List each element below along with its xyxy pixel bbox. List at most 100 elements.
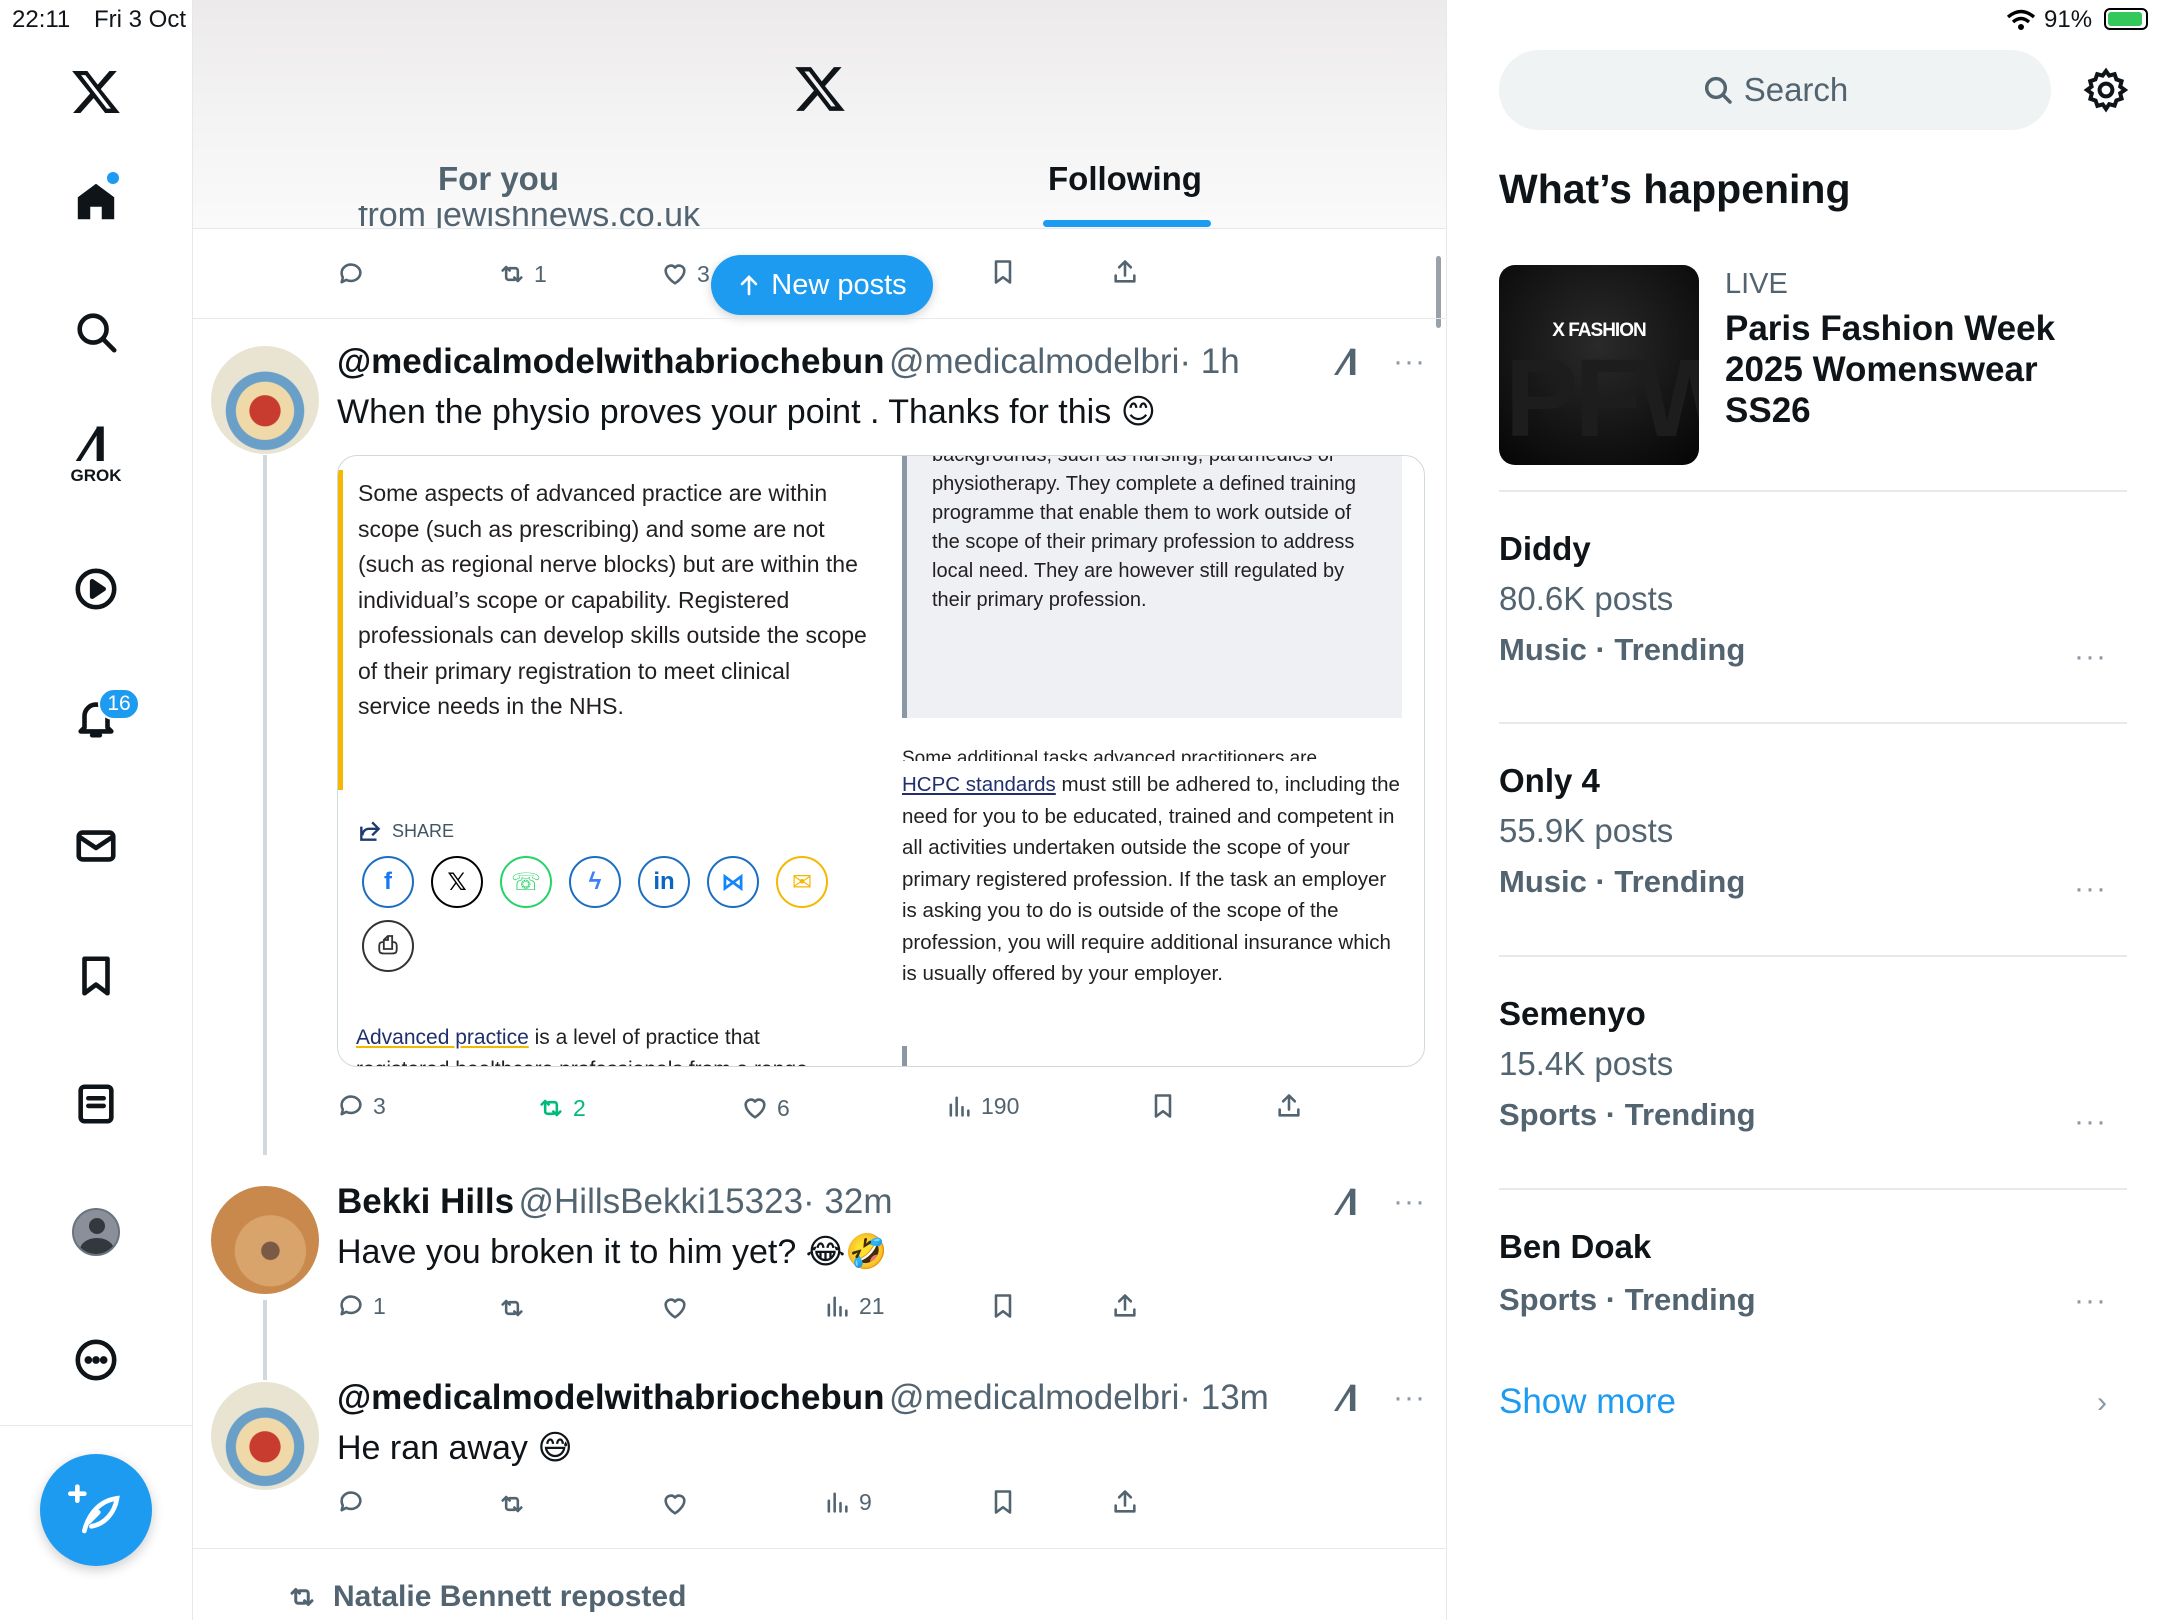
linkedin-icon[interactable]: in — [638, 856, 690, 908]
advanced-practice-link[interactable]: Advanced practice — [356, 1026, 529, 1049]
avatar[interactable] — [211, 346, 319, 454]
live-event-title[interactable]: Paris Fashion Week 2025 Womenswear SS26 — [1725, 308, 2105, 431]
trend-item[interactable]: Ben Doak Sports · Trending ··· — [1499, 1228, 2127, 1318]
views-button[interactable]: 21 — [823, 1292, 885, 1320]
x-logo-icon[interactable] — [62, 58, 130, 126]
home-icon[interactable] — [62, 168, 130, 236]
views-button[interactable]: 9 — [823, 1488, 872, 1516]
repost-banner[interactable]: Natalie Bennett reposted — [285, 1580, 686, 1614]
trend-more-icon[interactable]: ··· — [2074, 640, 2107, 674]
advanced-practice-line: Advanced practice is a level of practice… — [356, 1026, 760, 1050]
live-event-thumbnail[interactable]: PFW X FASHION — [1499, 265, 1699, 465]
bookmark-button[interactable] — [989, 1488, 1017, 1516]
notifications-bell-icon[interactable]: 16 — [62, 684, 140, 752]
info-box-text: backgrounds, such as nursing, paramedics… — [932, 455, 1356, 611]
bluesky-icon[interactable]: ⋈ — [707, 856, 759, 908]
bookmark-button[interactable] — [989, 1292, 1017, 1320]
post-author-name[interactable]: @medicalmodelwithabriochebun — [337, 1378, 885, 1417]
repost-button[interactable] — [498, 1490, 534, 1518]
tab-active-indicator — [1043, 220, 1211, 227]
settings-gear-icon[interactable] — [2082, 66, 2130, 119]
bookmark-button[interactable] — [1149, 1092, 1177, 1120]
bookmarks-icon[interactable] — [62, 942, 130, 1010]
trend-item[interactable]: Semenyo 15.4K posts Sports · Trending ··… — [1499, 995, 2127, 1138]
trend-name: Only 4 — [1499, 762, 1600, 799]
repost-button[interactable]: 2 — [537, 1094, 586, 1122]
post-more-icon[interactable]: ··· — [1393, 1381, 1426, 1415]
header-divider — [193, 228, 1446, 229]
info-box-bar — [902, 1046, 907, 1066]
trend-category: Music · Trending — [1499, 632, 1746, 667]
post-author-handle[interactable]: @HillsBekki15323 — [519, 1182, 804, 1221]
lists-icon[interactable] — [62, 1070, 130, 1138]
post-author-name[interactable]: @medicalmodelwithabriochebun — [337, 342, 885, 381]
facebook-icon[interactable]: f — [362, 856, 414, 908]
share-button[interactable] — [1275, 1092, 1303, 1120]
trend-category: Sports · Trending — [1499, 1282, 1756, 1317]
chevron-right-icon[interactable]: › — [2097, 1386, 2107, 1420]
trend-item[interactable]: Only 4 55.9K posts Music · Trending ··· — [1499, 762, 2127, 905]
trend-more-icon[interactable]: ··· — [2074, 1284, 2107, 1318]
post-more-icon[interactable]: ··· — [1393, 345, 1426, 379]
post-time[interactable]: · 32m — [803, 1182, 892, 1221]
like-button[interactable]: 6 — [741, 1094, 790, 1122]
thread-line — [263, 1300, 267, 1380]
like-button[interactable] — [661, 1490, 697, 1518]
grok-explain-icon[interactable]: ⁄I — [1341, 1378, 1358, 1421]
share-button[interactable] — [1111, 1292, 1139, 1320]
post-more-icon[interactable]: ··· — [1393, 1185, 1426, 1219]
post-author-handle[interactable]: @medicalmodelbri — [889, 1378, 1179, 1417]
hcpc-paragraph: HCPC standards must still be adhered to,… — [902, 769, 1402, 990]
repost-button[interactable]: 1 — [498, 260, 547, 288]
like-button[interactable] — [661, 1294, 697, 1322]
grok-icon[interactable]: ⁄I GROK — [62, 419, 130, 488]
show-more-link[interactable]: Show more — [1499, 1382, 1676, 1422]
search-input[interactable]: Search — [1499, 50, 2051, 130]
post-time[interactable]: · 13m — [1179, 1378, 1268, 1417]
tab-for-you[interactable]: For you — [438, 160, 559, 198]
like-button[interactable]: 3 — [661, 260, 710, 288]
avatar[interactable] — [211, 1382, 319, 1490]
compose-post-button[interactable] — [40, 1454, 152, 1566]
repost-button[interactable] — [498, 1294, 534, 1322]
post-image-screenshot[interactable]: Some aspects of advanced practice are wi… — [337, 455, 1425, 1067]
reply-button[interactable] — [337, 1488, 373, 1516]
trend-item[interactable]: Diddy 80.6K posts Music · Trending ··· — [1499, 530, 2127, 673]
messenger-icon[interactable]: ϟ — [569, 856, 621, 908]
whatsapp-icon[interactable]: ☏ — [500, 856, 552, 908]
compose-feather-icon — [68, 1484, 120, 1534]
post-header: @medicalmodelwithabriochebun @medicalmod… — [337, 1378, 1269, 1418]
search-icon[interactable] — [62, 298, 130, 366]
tab-following[interactable]: Following — [1048, 160, 1202, 198]
reply-button[interactable]: 1 — [337, 1292, 386, 1320]
reply-button[interactable] — [337, 260, 373, 288]
post-author-handle[interactable]: @medicalmodelbri — [889, 342, 1179, 381]
views-button[interactable]: 190 — [945, 1092, 1019, 1120]
bookmark-button[interactable] — [989, 258, 1017, 286]
grok-explain-icon[interactable]: ⁄I — [1341, 1182, 1358, 1225]
reply-button[interactable]: 3 — [337, 1092, 386, 1120]
hcpc-standards-link[interactable]: HCPC standards — [902, 773, 1056, 796]
post-time[interactable]: · 1h — [1179, 342, 1239, 381]
messages-mail-icon[interactable] — [62, 812, 130, 880]
post-divider — [193, 1548, 1446, 1549]
avatar[interactable] — [211, 1186, 319, 1294]
grok-explain-icon[interactable]: ⁄I — [1341, 342, 1358, 385]
x-share-icon[interactable]: 𝕏 — [431, 856, 483, 908]
print-icon[interactable]: ⎙ — [362, 920, 414, 972]
thread-line — [263, 455, 267, 1155]
search-icon — [1704, 76, 1732, 104]
share-button[interactable] — [1111, 258, 1139, 286]
profile-avatar-icon[interactable] — [62, 1198, 130, 1266]
trend-more-icon[interactable]: ··· — [2074, 1105, 2107, 1139]
more-options-icon[interactable] — [62, 1326, 130, 1394]
new-posts-button[interactable]: New posts — [711, 255, 933, 315]
hcpc-text: must still be adhered to, including the … — [902, 773, 1400, 985]
header-x-logo-icon[interactable] — [793, 62, 847, 121]
video-play-icon[interactable] — [62, 555, 130, 623]
share-button[interactable] — [1111, 1488, 1139, 1516]
post-author-name[interactable]: Bekki Hills — [337, 1182, 514, 1221]
email-share-icon[interactable]: ✉ — [776, 856, 828, 908]
trend-divider — [1499, 722, 2127, 724]
trend-more-icon[interactable]: ··· — [2074, 872, 2107, 906]
